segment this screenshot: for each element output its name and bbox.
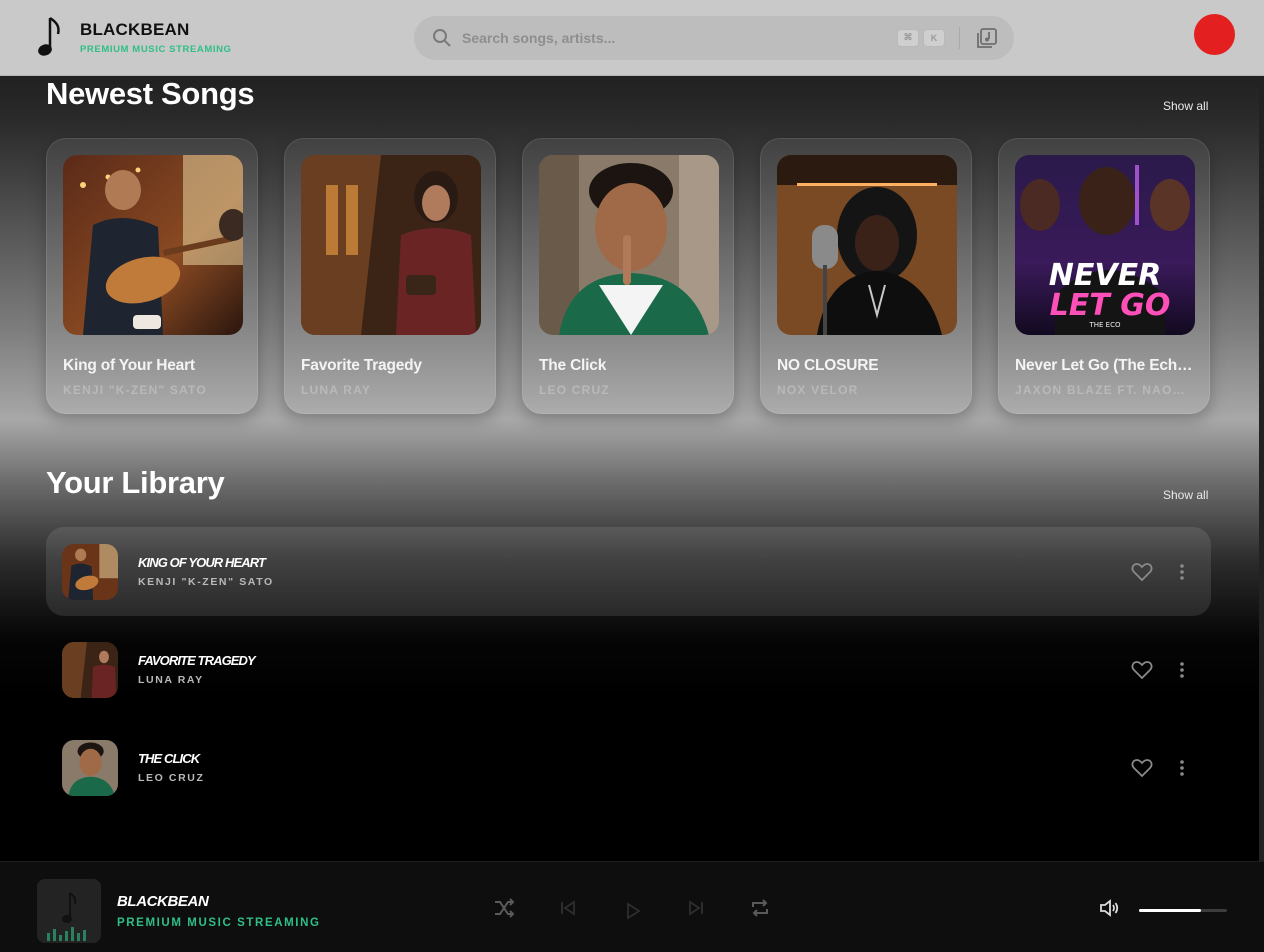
app-root: BLACKBEAN PREMIUM MUSIC STREAMING ⌘ K Ne…: [0, 0, 1264, 952]
more-options-icon[interactable]: [1179, 759, 1185, 777]
track-title: Favorite Tragedy: [138, 653, 256, 668]
brand-name: BLACKBEAN: [80, 20, 190, 39]
shortcut-key-cmd: ⌘: [897, 28, 919, 47]
track-thumbnail: [62, 739, 118, 796]
newest-show-all-link[interactable]: Show all: [1163, 99, 1208, 113]
album-cover: [63, 155, 243, 335]
now-playing-art: [37, 879, 101, 943]
album-cover: NEVER LET GO THE ECO: [1015, 155, 1195, 335]
track-thumbnail: [62, 543, 118, 600]
track-title: King of Your Heart: [138, 555, 266, 570]
user-avatar[interactable]: [1194, 14, 1235, 55]
track-thumbnail: [62, 641, 118, 698]
repeat-icon[interactable]: [749, 897, 771, 919]
search-icon: [433, 28, 451, 47]
music-library-icon[interactable]: [976, 27, 998, 49]
song-artist: JAXON BLAZE FT. NAOMI VEGA: [1015, 383, 1193, 397]
shuffle-icon[interactable]: [493, 897, 515, 919]
track-artist: LEO CRUZ: [138, 772, 205, 784]
more-options-icon[interactable]: [1179, 563, 1185, 581]
song-artist: NOX VELOR: [777, 383, 859, 397]
play-icon[interactable]: [622, 900, 644, 922]
album-cover: [301, 155, 481, 335]
library-row[interactable]: Favorite Tragedy LUNA RAY: [46, 625, 1211, 714]
volume-icon[interactable]: [1099, 898, 1121, 918]
library-title: Your Library: [46, 465, 225, 500]
song-artist: LEO CRUZ: [539, 383, 610, 397]
shortcut-key-k: K: [923, 28, 945, 47]
track-title: The Click: [138, 751, 200, 766]
library-show-all-link[interactable]: Show all: [1163, 488, 1208, 502]
track-artist: LUNA RAY: [138, 674, 204, 686]
search-input[interactable]: [462, 29, 893, 46]
now-playing-subtitle: PREMIUM MUSIC STREAMING: [117, 917, 321, 929]
song-title: NO CLOSURE: [777, 357, 879, 374]
cover-text-line2: LET GO: [1050, 288, 1171, 323]
song-title: Favorite Tragedy: [301, 357, 422, 374]
song-title: King of Your Heart: [63, 357, 195, 374]
heart-icon[interactable]: [1131, 660, 1153, 680]
more-options-icon[interactable]: [1179, 661, 1185, 679]
top-bar: BLACKBEAN PREMIUM MUSIC STREAMING ⌘ K: [0, 0, 1264, 76]
song-title: Never Let Go (The Echo Remix): [1015, 357, 1193, 374]
heart-icon[interactable]: [1131, 758, 1153, 778]
album-cover: [539, 155, 719, 335]
volume-slider[interactable]: [1139, 909, 1227, 912]
song-artist: LUNA RAY: [301, 383, 372, 397]
music-note-icon: [38, 16, 60, 56]
song-artist: KENJI "K-ZEN" SATO: [63, 383, 207, 397]
newest-songs-carousel: King of Your Heart KENJI "K-ZEN" SATO Fa…: [46, 138, 1210, 414]
now-playing-title: BLACKBEAN: [117, 893, 209, 910]
song-card[interactable]: NEVER LET GO THE ECO Never Let Go (The E…: [998, 138, 1210, 414]
player-bar: BLACKBEAN PREMIUM MUSIC STREAMING: [0, 861, 1264, 952]
library-row[interactable]: King of Your Heart KENJI "K-ZEN" SATO: [46, 527, 1211, 616]
newest-songs-title: Newest Songs: [46, 76, 255, 111]
heart-icon[interactable]: [1131, 562, 1153, 582]
song-title: The Click: [539, 357, 607, 374]
next-icon[interactable]: [685, 897, 707, 919]
song-card[interactable]: King of Your Heart KENJI "K-ZEN" SATO: [46, 138, 258, 414]
previous-icon[interactable]: [557, 897, 579, 919]
brand-tagline: PREMIUM MUSIC STREAMING: [80, 44, 232, 55]
search-bar: ⌘ K: [414, 15, 1014, 60]
song-card[interactable]: NO CLOSURE NOX VELOR: [760, 138, 972, 414]
library-row[interactable]: The Click LEO CRUZ: [46, 723, 1211, 812]
album-cover: [777, 155, 957, 335]
volume-level: [1139, 909, 1201, 912]
cover-subtext: THE ECO: [1088, 321, 1120, 329]
logo[interactable]: BLACKBEAN PREMIUM MUSIC STREAMING: [36, 16, 414, 60]
scrollbar[interactable]: [1259, 76, 1264, 861]
search-divider: [959, 26, 960, 49]
song-card[interactable]: The Click LEO CRUZ: [522, 138, 734, 414]
track-artist: KENJI "K-ZEN" SATO: [138, 576, 274, 588]
song-card[interactable]: Favorite Tragedy LUNA RAY: [284, 138, 496, 414]
